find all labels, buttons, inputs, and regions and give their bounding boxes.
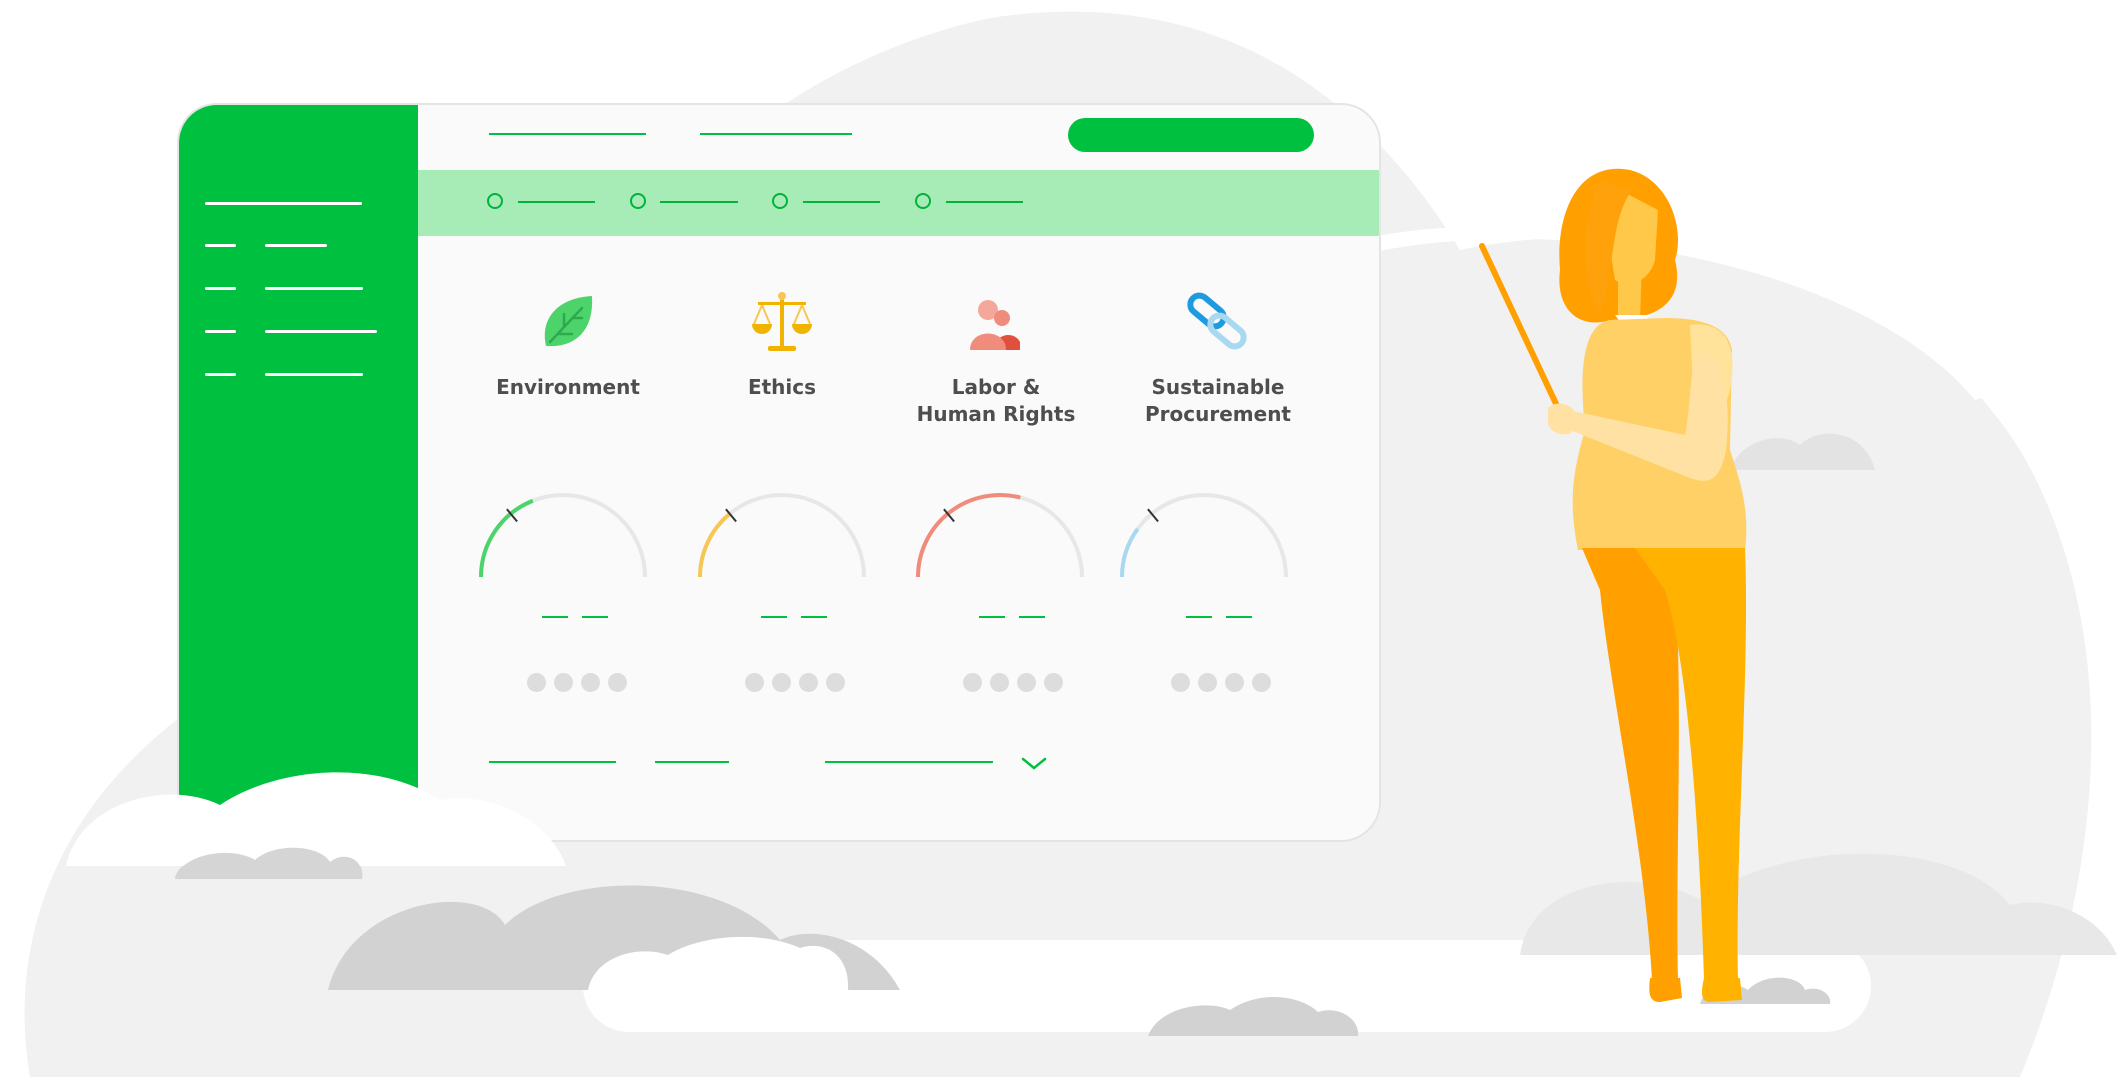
presenter-illustration: [1479, 168, 1747, 1002]
foreground-clouds: [66, 772, 566, 879]
pointer-stick: [1479, 243, 1561, 411]
